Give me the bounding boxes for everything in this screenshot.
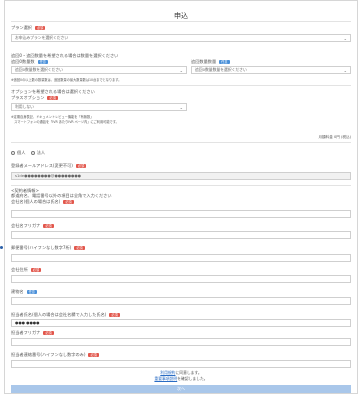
section-divider [11, 85, 351, 86]
optional-badge: 任意 [37, 59, 48, 65]
page-title: 申込 [174, 12, 188, 20]
application-form-panel: 申込 プラン選択 必須 お申込みプランを選択ください ⌄ 追回0・追回数量を希望さ… [4, 0, 358, 394]
notice-agreement[interactable]: 重要事項説明を確認しました。 [5, 376, 357, 382]
required-badge: 必須 [63, 199, 74, 205]
terms-text: に同意します。 [175, 370, 202, 375]
router-qty-value: 追回0数量数を選択ください [15, 67, 63, 72]
radio-corporation[interactable]: 法人 [30, 150, 45, 155]
option-note-2: スマートフォンの通話を「IVR あたりIVR ページ内」にご利用可能です。 [11, 120, 119, 124]
required-badge: 必須 [74, 245, 85, 251]
required-badge: 必須 [30, 267, 42, 273]
notice-link[interactable]: 重要事項説明 [154, 376, 177, 381]
chevron-down-icon: ⌄ [343, 36, 347, 41]
contact-name-value: ●●● ●●●● [15, 320, 40, 325]
required-badge: 必須 [75, 163, 87, 169]
company-kana-label: 会社名フリガナ 必須 [11, 223, 54, 229]
chevron-down-icon: ⌄ [343, 68, 347, 73]
contact-name-label: 担当者氏名(個人の場合は会社名欄で入力した氏名) 必須 [11, 312, 120, 318]
email-label: 登録者メールアドレス(変更不可) 必須 [11, 163, 87, 169]
address-field[interactable] [11, 275, 351, 283]
option-select[interactable]: 利用しない ⌄ [11, 103, 187, 111]
chevron-down-icon: ⌄ [179, 68, 183, 73]
zip-label: 郵便番号(ハイフンなし数字7桁) 必須 [11, 245, 85, 251]
router-count-value: 追回0数量数量を選択ください [195, 67, 247, 72]
chevron-down-icon: ⌄ [179, 105, 183, 110]
company-name-field[interactable] [11, 210, 351, 218]
title-divider [11, 21, 351, 22]
monthly-price: 月額料金 0円 (税込) [318, 135, 351, 139]
option-note-1: ※定期自身表記、ドキュメントレビュー機能を「有無数」 [11, 115, 94, 119]
contact-kana-field[interactable] [11, 338, 351, 346]
phone-label: 担当者連絡番号(ハイフンなし数字のみ) 必須 [11, 352, 99, 358]
email-field: s1de●●●●●●●●@●●●●●●●● [11, 172, 351, 180]
required-badge: 必須 [47, 95, 58, 101]
building-field[interactable] [11, 297, 351, 305]
plan-label: プラン選択 必須 [11, 25, 46, 31]
building-label: 建物名 任意 [11, 289, 37, 295]
router-qty-select[interactable]: 追回0数量数を選択ください ⌄ [11, 66, 187, 74]
section-divider [11, 185, 351, 186]
optional-badge: 任意 [219, 59, 230, 65]
radio-individual[interactable]: 個人 [11, 150, 25, 155]
phone-field[interactable] [11, 360, 351, 368]
router-qty-label: 追回0数量数 任意 [11, 59, 48, 65]
option-label: プラスオプション 必須 [11, 95, 58, 101]
bullet-icon [0, 246, 3, 249]
email-value: s1de●●●●●●●●@●●●●●●●● [15, 173, 81, 178]
required-badge: 必須 [109, 312, 120, 318]
required-badge: 必須 [34, 25, 46, 31]
router-count-label: 追回数量数量 任意 [191, 59, 230, 65]
radio-icon [11, 151, 15, 155]
company-kana-field[interactable] [11, 231, 351, 239]
section-divider [11, 142, 351, 143]
zip-field[interactable] [11, 254, 351, 262]
plan-select[interactable]: お申込みプランを選択ください ⌄ [11, 34, 351, 42]
radio-icon [30, 151, 35, 155]
contact-name-field[interactable]: ●●● ●●●● [11, 319, 351, 327]
next-button[interactable]: 次へ [11, 385, 351, 393]
plan-select-value: お申込みプランを選択ください [15, 35, 69, 40]
router-note: ※追回0の以上数の数量数は、追回数量の最大数量数は10台までとなります。 [11, 78, 122, 82]
contact-kana-label: 担当者フリガナ 必須 [11, 330, 54, 336]
required-badge: 必須 [43, 223, 54, 229]
option-select-value: 利用しない [15, 104, 34, 109]
terms-link[interactable]: 利用規約 [160, 370, 175, 375]
company-name-label: 会社名(個人の場合は氏名) 必須 [11, 199, 74, 205]
applicant-type-group: 個人 法人 [11, 150, 45, 156]
required-badge: 必須 [43, 330, 54, 336]
required-badge: 必須 [88, 352, 99, 358]
notice-text: を確認しました。 [177, 376, 208, 381]
router-count-select[interactable]: 追回0数量数量を選択ください ⌄ [191, 66, 351, 74]
optional-badge: 任意 [26, 289, 37, 295]
address-label: 会社住所 必須 [11, 267, 42, 273]
